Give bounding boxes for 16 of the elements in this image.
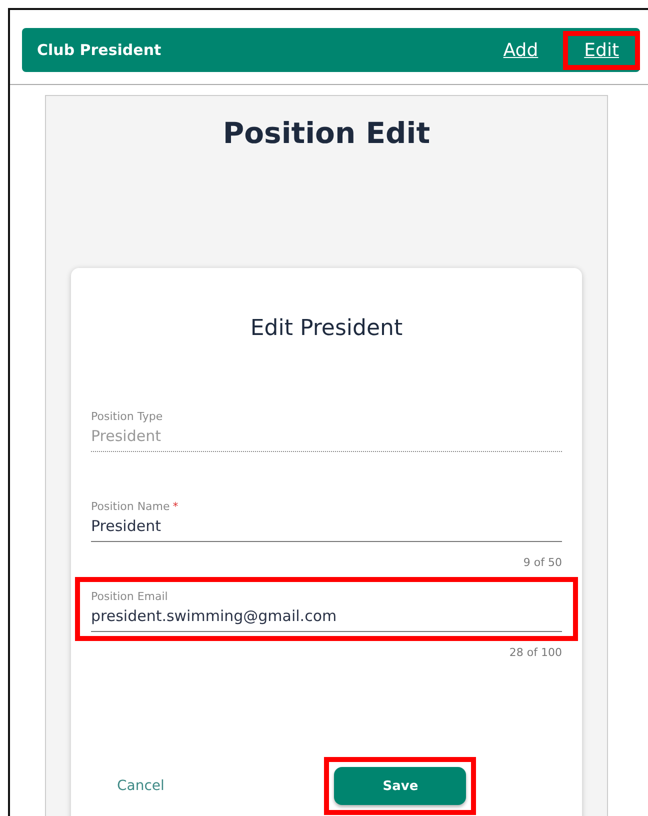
- header-title: Club President: [37, 41, 162, 59]
- page-title: Position Edit: [222, 116, 432, 150]
- card-title: Edit President: [249, 316, 404, 341]
- character-counter: 28 of 100: [509, 646, 562, 659]
- save-button[interactable]: Save: [334, 767, 466, 805]
- header-link[interactable]: Add: [503, 40, 538, 60]
- required-mark: *: [172, 500, 178, 513]
- character-counter: 9 of 50: [523, 556, 562, 569]
- field-label: Position Name: [91, 500, 170, 513]
- field-label: Position Type: [91, 410, 163, 423]
- text-field[interactable]: Position Name * President: [91, 500, 562, 542]
- cancel-link[interactable]: Cancel: [117, 778, 164, 794]
- field-value: President: [91, 427, 162, 445]
- field-label: Position Email: [91, 590, 168, 603]
- field-value: president.swimming@gmail.com: [91, 607, 338, 625]
- field-value: President: [91, 517, 162, 535]
